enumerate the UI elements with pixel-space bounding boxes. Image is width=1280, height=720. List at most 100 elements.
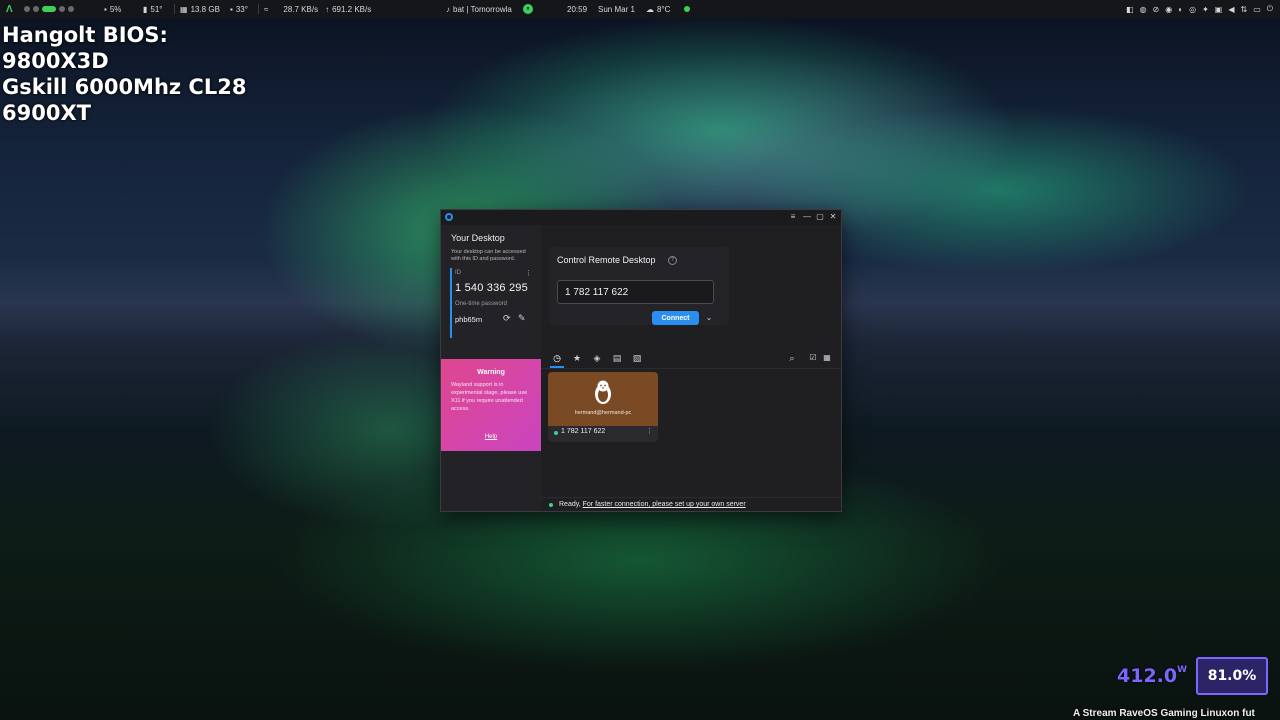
- overlay-line: Gskill 6000Mhz CL28: [2, 75, 247, 99]
- status-ready: Ready,: [559, 501, 581, 508]
- usage-percent-box: 81.0%: [1196, 657, 1268, 695]
- peer-more-icon[interactable]: ⋮: [646, 427, 653, 435]
- id-accent-bar: [450, 268, 452, 338]
- stream-ticker: A Stream RaveOS Gaming Linuxon fut: [1073, 708, 1255, 719]
- connect-button[interactable]: Connect: [652, 311, 699, 325]
- media-player[interactable]: ♪ bat | Tomorrowl⁠a ⏸: [446, 0, 533, 18]
- weather[interactable]: ☁ 8°C: [646, 0, 670, 18]
- workspace-dot-icon[interactable]: [24, 6, 30, 12]
- volume-icon[interactable]: ◀: [1228, 5, 1234, 14]
- divider: [174, 4, 175, 14]
- status-bar: Ready, For faster connection, please set…: [541, 497, 841, 511]
- stream-overlay-specs: Hangolt BIOS: 9800X3D Gskill 6000Mhz CL2…: [2, 22, 246, 126]
- divider: [258, 4, 259, 14]
- arch-logo-icon: Λ: [6, 3, 13, 15]
- gpu-icon: ▪: [230, 4, 233, 14]
- tray-app-icon[interactable]: ◉: [1165, 5, 1172, 14]
- window-titlebar[interactable]: ≡ — ▢ ✕: [441, 210, 841, 225]
- night-light-toggle[interactable]: [684, 0, 690, 18]
- cpu-usage: ▪ 5%: [104, 0, 121, 18]
- system-tray[interactable]: ◧ ◍ ⊘ ◉ ◐ ◎ ✦ ▣ ◀ ⇅ ▭ ⏻: [1126, 0, 1273, 18]
- overlay-line: 6900XT: [2, 101, 91, 125]
- clock-date[interactable]: Sun Mar 1: [598, 5, 635, 14]
- menu-icon[interactable]: ≡: [788, 212, 798, 222]
- clock-icon[interactable]: ◷: [550, 351, 564, 365]
- my-id-value[interactable]: 1 540 336 295: [455, 282, 528, 294]
- address-book-icon[interactable]: ▤: [610, 351, 624, 365]
- clock[interactable]: 20:59: [567, 0, 587, 18]
- peer-id: 1 782 117 622: [561, 428, 606, 435]
- maximize-icon[interactable]: ▢: [815, 212, 825, 222]
- workspace-dot-icon[interactable]: [68, 6, 74, 12]
- recent-peer-card[interactable]: hermand@hermand-pc 1 782 117 622 ⋮: [548, 372, 658, 442]
- usage-percent-value: 81.0%: [1207, 668, 1257, 684]
- status-dot-icon[interactable]: [684, 6, 690, 12]
- grid-view-icon[interactable]: ▦: [820, 351, 834, 365]
- linux-penguin-icon: [595, 380, 611, 404]
- peer-hostname: hermand@hermand-pc: [574, 410, 632, 416]
- app-logo-icon: [445, 213, 453, 221]
- gpu-temp: ▪ 33°: [230, 0, 248, 18]
- cpu-temp: ▮ 51°: [143, 0, 163, 18]
- workspace-dot-icon[interactable]: [33, 6, 39, 12]
- launcher-button[interactable]: Λ: [6, 0, 13, 18]
- workspace-dot-icon[interactable]: [59, 6, 65, 12]
- net-down-text: 28.7 KB/s: [283, 4, 319, 14]
- music-note-icon: ♪: [446, 4, 450, 14]
- power-icon[interactable]: ⏻: [1267, 4, 1273, 14]
- media-play-icon[interactable]: ⏸: [522, 4, 533, 14]
- workspace-active-icon[interactable]: [42, 6, 56, 12]
- overlay-line: Hangolt BIOS:: [2, 23, 168, 47]
- tray-app-icon[interactable]: ◧: [1126, 5, 1134, 14]
- date[interactable]: Sun Mar 1: [598, 0, 635, 18]
- peer-tabs: ◷ ★ ◈ ▤ ▧ ⌕ ☑ ▦: [541, 349, 841, 369]
- battery-icon[interactable]: ▭: [1253, 5, 1261, 14]
- network-icon[interactable]: ⇅: [1240, 5, 1247, 14]
- tray-app-icon[interactable]: ◎: [1189, 5, 1196, 14]
- setup-server-link[interactable]: For faster connection, please set up you…: [583, 501, 746, 508]
- refresh-password-icon[interactable]: ⟳: [503, 313, 511, 324]
- group-icon[interactable]: ▧: [630, 351, 644, 365]
- tray-app-icon[interactable]: ⊘: [1153, 5, 1160, 14]
- remote-id-input[interactable]: [557, 280, 714, 304]
- ram-usage: ▦ 13.8 GB: [180, 0, 220, 18]
- power-draw-value: 412.0: [1117, 665, 1178, 687]
- power-unit: W: [1177, 665, 1188, 675]
- thermometer-icon: ▮: [143, 4, 148, 14]
- help-link[interactable]: Help: [441, 434, 541, 440]
- status-dot-icon: [549, 503, 553, 507]
- edit-password-icon[interactable]: ✎: [518, 313, 526, 324]
- id-more-icon[interactable]: ⋮: [525, 269, 532, 277]
- clock-time[interactable]: 20:59: [567, 5, 587, 14]
- close-icon[interactable]: ✕: [828, 212, 838, 222]
- search-icon[interactable]: ⌕: [785, 351, 799, 365]
- online-status-icon: [554, 431, 558, 435]
- warning-title: Warning: [477, 369, 505, 376]
- help-circle-icon[interactable]: ?: [668, 256, 677, 265]
- media-title[interactable]: bat | Tomorrowl⁠a: [453, 5, 512, 14]
- workspace-indicator[interactable]: [24, 0, 74, 18]
- one-time-password-value[interactable]: phb65m: [455, 315, 482, 324]
- warning-body: Wayland support is in experimental stage…: [451, 382, 528, 412]
- minimize-icon[interactable]: —: [802, 212, 812, 222]
- tray-app-icon[interactable]: ◐: [1178, 5, 1183, 14]
- select-checkbox-icon[interactable]: ☑: [806, 351, 820, 365]
- tray-app-icon[interactable]: ✦: [1202, 5, 1209, 14]
- status-text: Ready, For faster connection, please set…: [559, 501, 746, 508]
- divider: [541, 368, 841, 369]
- network-speed: ≈ 28.7 KB/s ↑ 691.2 KB/s: [264, 0, 371, 18]
- tray-app-icon[interactable]: ◍: [1140, 5, 1147, 14]
- peer-thumbnail[interactable]: hermand@hermand-pc: [548, 372, 658, 426]
- your-desktop-description: Your desktop can be accessed with this I…: [451, 249, 526, 262]
- id-label: ID: [455, 270, 461, 276]
- star-icon[interactable]: ★: [570, 351, 584, 365]
- compass-icon[interactable]: ◈: [590, 351, 604, 365]
- ram-text: 13.8 GB: [190, 4, 220, 14]
- top-panel: Λ ▪ 5% ▮ 51° ▦ 13.8 GB ▪ 33° ≈ 28.7 KB/s…: [0, 0, 1280, 18]
- tray-app-icon[interactable]: ▣: [1215, 5, 1223, 14]
- chevron-down-icon[interactable]: ⌄: [704, 311, 714, 325]
- overlay-line: 9800X3D: [2, 49, 109, 73]
- your-desktop-panel: Your Desktop Your desktop can be accesse…: [441, 225, 541, 511]
- main-panel: Control Remote Desktop ? Connect ⌄ ◷ ★ ◈…: [541, 225, 841, 511]
- weather-temp[interactable]: 8°C: [657, 5, 670, 14]
